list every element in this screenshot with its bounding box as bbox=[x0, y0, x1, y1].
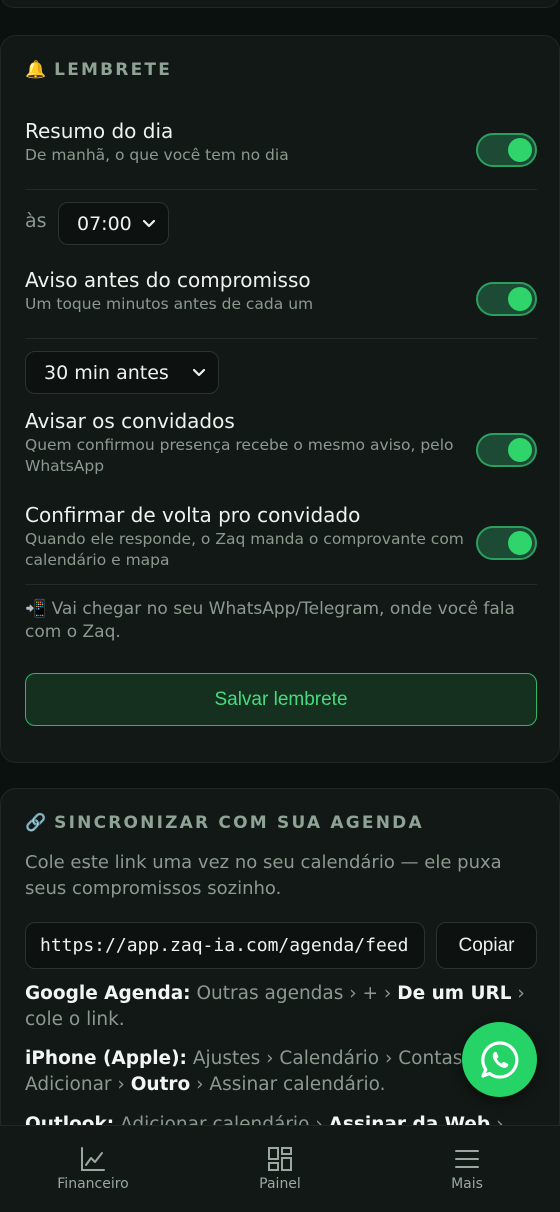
minutes-before-select[interactable]: 30 min antes bbox=[25, 351, 219, 394]
link-icon: 🔗 bbox=[25, 813, 47, 833]
confirm-back-toggle[interactable] bbox=[476, 526, 537, 560]
google-label: Google Agenda: bbox=[25, 983, 191, 1004]
whatsapp-icon bbox=[480, 1040, 518, 1079]
nav-item-painel[interactable]: Painel bbox=[187, 1126, 373, 1212]
google-step-emphasis: De um URL bbox=[397, 983, 512, 1004]
grid-icon bbox=[268, 1147, 292, 1171]
iphone-step-emphasis: Outro bbox=[130, 1074, 191, 1095]
previous-card-edge bbox=[0, 0, 560, 8]
toggle-knob bbox=[508, 531, 532, 555]
iphone-instructions: iPhone (Apple): Ajustes › Calendário › C… bbox=[25, 1046, 537, 1098]
time-select[interactable]: 07:00 bbox=[58, 202, 169, 245]
minutes-select-value: 30 min antes bbox=[44, 361, 169, 384]
confirm-back-description: Quando ele responde, o Zaq manda o compr… bbox=[25, 530, 464, 569]
nav-item-financeiro[interactable]: Financeiro bbox=[0, 1126, 186, 1212]
toggle-knob bbox=[508, 438, 532, 462]
time-select-value: 07:00 bbox=[77, 212, 132, 235]
chevron-down-icon bbox=[142, 219, 156, 227]
before-event-toggle[interactable] bbox=[476, 282, 537, 316]
nav-label: Painel bbox=[259, 1176, 301, 1192]
daily-summary-title: Resumo do dia bbox=[25, 119, 174, 143]
delivery-note-text: Vai chegar no seu WhatsApp/Telegram, ond… bbox=[25, 599, 515, 642]
reminder-card: 🔔 LEMBRETE Resumo do dia De manhã, o que… bbox=[0, 35, 560, 763]
notify-guests-toggle[interactable] bbox=[476, 433, 537, 467]
before-event-title: Aviso antes do compromisso bbox=[25, 268, 311, 292]
notify-guests-title: Avisar os convidados bbox=[25, 409, 235, 433]
reminder-section-title: 🔔 LEMBRETE bbox=[25, 60, 172, 80]
notify-guests-description: Quem confirmou presença recebe o mesmo a… bbox=[25, 436, 454, 475]
divider bbox=[25, 338, 537, 339]
menu-icon bbox=[455, 1150, 479, 1168]
nav-label: Financeiro bbox=[57, 1176, 129, 1192]
feed-url-field[interactable]: https://app.zaq-ia.com/agenda/feed bbox=[25, 922, 425, 969]
iphone-step: › Assinar calendário. bbox=[196, 1074, 386, 1095]
nav-label: Mais bbox=[451, 1176, 483, 1192]
google-instructions: Google Agenda: Outras agendas › + › De u… bbox=[25, 981, 537, 1033]
chart-line-icon bbox=[81, 1147, 105, 1171]
confirm-back-title: Confirmar de volta pro convidado bbox=[25, 503, 361, 527]
toggle-knob bbox=[508, 138, 532, 162]
sync-title-text: SINCRONIZAR COM SUA AGENDA bbox=[54, 813, 424, 833]
daily-summary-toggle[interactable] bbox=[476, 133, 537, 167]
time-prefix-label: às bbox=[25, 210, 47, 232]
divider bbox=[25, 189, 537, 190]
copy-button[interactable]: Copiar bbox=[436, 922, 537, 969]
before-event-description: Um toque minutos antes de cada um bbox=[25, 295, 314, 313]
delivery-note: 📲 Vai chegar no seu WhatsApp/Telegram, o… bbox=[25, 598, 537, 644]
daily-summary-description: De manhã, o que você tem no dia bbox=[25, 146, 289, 164]
sync-section-title: 🔗 SINCRONIZAR COM SUA AGENDA bbox=[25, 813, 424, 833]
nav-item-mais[interactable]: Mais bbox=[374, 1126, 560, 1212]
iphone-label: iPhone (Apple): bbox=[25, 1048, 187, 1069]
google-step: Outras agendas › + › bbox=[196, 983, 392, 1004]
divider bbox=[25, 584, 537, 585]
bell-icon: 🔔 bbox=[25, 60, 47, 80]
phone-arrow-icon: 📲 bbox=[25, 599, 47, 619]
chevron-down-icon bbox=[192, 368, 206, 376]
whatsapp-button[interactable] bbox=[462, 1022, 537, 1097]
reminder-title-text: LEMBRETE bbox=[54, 60, 173, 80]
save-reminder-button[interactable]: Salvar lembrete bbox=[25, 673, 537, 726]
sync-intro: Cole este link uma vez no seu calendário… bbox=[25, 852, 502, 899]
bottom-navigation: Financeiro Painel Mais bbox=[0, 1125, 560, 1212]
toggle-knob bbox=[508, 287, 532, 311]
